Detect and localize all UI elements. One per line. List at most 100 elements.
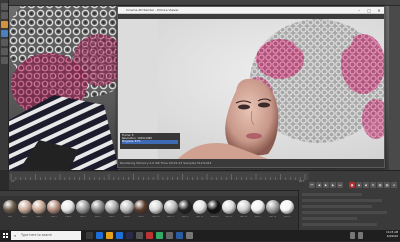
step-back-icon[interactable]: ◀ xyxy=(316,182,322,188)
tool-icon[interactable] xyxy=(1,57,8,64)
material-label: Mat.18 xyxy=(269,216,277,218)
maximize-icon[interactable]: □ xyxy=(364,7,374,14)
grid-icon[interactable]: ▦ xyxy=(377,182,383,188)
tool-icon[interactable] xyxy=(1,3,8,10)
material-label: Mat.14 xyxy=(210,216,218,218)
material-label: Mat.15 xyxy=(225,216,233,218)
left-toolbar xyxy=(0,0,9,170)
material-swatch[interactable] xyxy=(61,200,76,214)
grid-icon[interactable]: ▦ xyxy=(384,182,390,188)
material-label: Mat.13 xyxy=(196,216,204,218)
transport-controls: ⏮ ◀ ▶ ▶ ⏭ ● ◆ ◆ ⚙ ▦ ▦ ≡ xyxy=(9,182,400,190)
volume-icon[interactable] xyxy=(358,232,363,239)
stats-line-highlight: Progress: 67% xyxy=(122,140,178,144)
step-forward-icon[interactable]: ▶ xyxy=(330,182,336,188)
material-swatch[interactable] xyxy=(3,200,17,214)
search-placeholder: Type here to search xyxy=(21,233,53,237)
material-manager: Mat Mat.1 Mat.2 Mat.3 Mat.4 Mat.5 Mat.6 Mat.7 Ma… xyxy=(0,190,298,230)
app-icon[interactable] xyxy=(176,232,183,239)
material-label: Mat.4 xyxy=(65,216,72,218)
material-swatch[interactable] xyxy=(149,200,163,214)
keyframe-icon[interactable]: ◆ xyxy=(356,182,362,188)
attribute-row[interactable] xyxy=(302,193,362,196)
tool-icon[interactable] xyxy=(1,48,8,55)
material-label: Mat.12 xyxy=(181,216,189,218)
cinema4d-icon[interactable] xyxy=(126,232,133,239)
attribute-row[interactable] xyxy=(302,205,372,208)
material-swatch[interactable] xyxy=(76,200,90,214)
material-label: Mat.3 xyxy=(50,216,57,218)
app-icon[interactable] xyxy=(136,232,143,239)
material-swatch[interactable] xyxy=(32,200,47,214)
material-label: Mat.19 xyxy=(283,216,291,218)
store-icon[interactable] xyxy=(116,232,123,239)
material-swatch[interactable] xyxy=(46,200,61,214)
play-icon[interactable]: ▶ xyxy=(323,182,329,188)
material-label: Mat.11 xyxy=(167,216,175,218)
timeline-ruler[interactable] xyxy=(9,172,309,180)
material-swatch[interactable] xyxy=(90,200,105,214)
material-swatch[interactable] xyxy=(192,200,207,214)
attribute-row[interactable] xyxy=(302,211,387,214)
render-window-title: Cinema 4D Render - Picture Viewer xyxy=(126,8,179,12)
tool-icon[interactable] xyxy=(1,39,8,46)
material-label: Mat.7 xyxy=(109,216,116,218)
attribute-row[interactable] xyxy=(302,217,357,220)
material-swatch[interactable] xyxy=(105,200,120,214)
material-swatch[interactable] xyxy=(265,200,280,214)
material-label: Mat.10 xyxy=(152,216,160,218)
tool-icon[interactable] xyxy=(1,21,8,28)
material-label: Mat xyxy=(8,216,12,218)
minimize-icon[interactable]: – xyxy=(354,7,364,14)
app-icon[interactable] xyxy=(156,232,163,239)
app-icon[interactable] xyxy=(186,232,193,239)
material-swatch[interactable] xyxy=(207,200,222,214)
material-swatch[interactable] xyxy=(251,200,266,214)
material-manager-menu xyxy=(0,191,298,196)
material-swatch[interactable] xyxy=(280,200,295,214)
render-status-bar: Rendering Memory 2.0 GB Time 00:01:23 Sa… xyxy=(118,159,384,167)
go-to-end-icon[interactable]: ⏭ xyxy=(337,182,343,188)
material-swatch[interactable] xyxy=(236,200,251,214)
material-label: Mat.2 xyxy=(36,216,43,218)
close-icon[interactable]: ✕ xyxy=(374,7,384,14)
material-label: Mat.9 xyxy=(138,216,145,218)
material-swatch[interactable] xyxy=(178,200,193,214)
windows-start-icon[interactable] xyxy=(0,230,11,241)
attribute-row[interactable] xyxy=(302,199,382,202)
material-label: Mat.5 xyxy=(80,216,86,218)
clock-date: 4/9/2018 xyxy=(386,235,398,239)
windows-taskbar: ⌕ Type here to search 10:25 AM 4/9/2018 xyxy=(0,230,400,241)
render-window-title-bar[interactable]: Cinema 4D Render - Picture Viewer – □ ✕ xyxy=(118,7,384,14)
taskbar-clock[interactable]: 10:25 AM 4/9/2018 xyxy=(376,231,398,240)
material-label: Mat.6 xyxy=(94,216,101,218)
app-icon[interactable] xyxy=(146,232,153,239)
go-to-start-icon[interactable]: ⏮ xyxy=(309,182,315,188)
file-explorer-icon[interactable] xyxy=(106,232,113,239)
task-view-icon[interactable] xyxy=(86,232,93,239)
material-swatch[interactable] xyxy=(119,200,134,214)
material-swatch[interactable] xyxy=(163,200,178,214)
material-label: Mat.1 xyxy=(21,216,28,218)
material-swatch[interactable] xyxy=(222,200,236,214)
tool-icon[interactable] xyxy=(1,30,8,37)
material-label: Mat.16 xyxy=(240,216,248,218)
timeline[interactable]: 0 F 90 F ⏮ ◀ ▶ ▶ ⏭ ● ◆ ◆ ⚙ ▦ ▦ ≡ xyxy=(9,170,400,190)
attributes-panel xyxy=(298,190,400,230)
network-icon[interactable] xyxy=(350,232,355,239)
app-icon[interactable] xyxy=(166,232,173,239)
search-icon: ⌕ xyxy=(14,233,17,238)
attribute-row[interactable] xyxy=(302,223,377,226)
material-swatch[interactable] xyxy=(134,200,149,214)
keyframe-icon[interactable]: ◆ xyxy=(363,182,369,188)
settings-icon[interactable]: ⚙ xyxy=(370,182,376,188)
material-label: Mat.17 xyxy=(254,216,262,218)
record-icon[interactable]: ● xyxy=(349,182,355,188)
taskbar-search-box[interactable]: ⌕ Type here to search xyxy=(11,231,81,240)
render-stats-overlay: Frame: 0 Resolution: 1920x1080 Progress:… xyxy=(120,133,180,149)
tool-icon[interactable] xyxy=(1,12,8,19)
edge-icon[interactable] xyxy=(96,232,103,239)
menu-icon[interactable]: ≡ xyxy=(391,182,397,188)
material-label: Mat.8 xyxy=(123,216,130,218)
material-swatch[interactable] xyxy=(17,200,32,214)
